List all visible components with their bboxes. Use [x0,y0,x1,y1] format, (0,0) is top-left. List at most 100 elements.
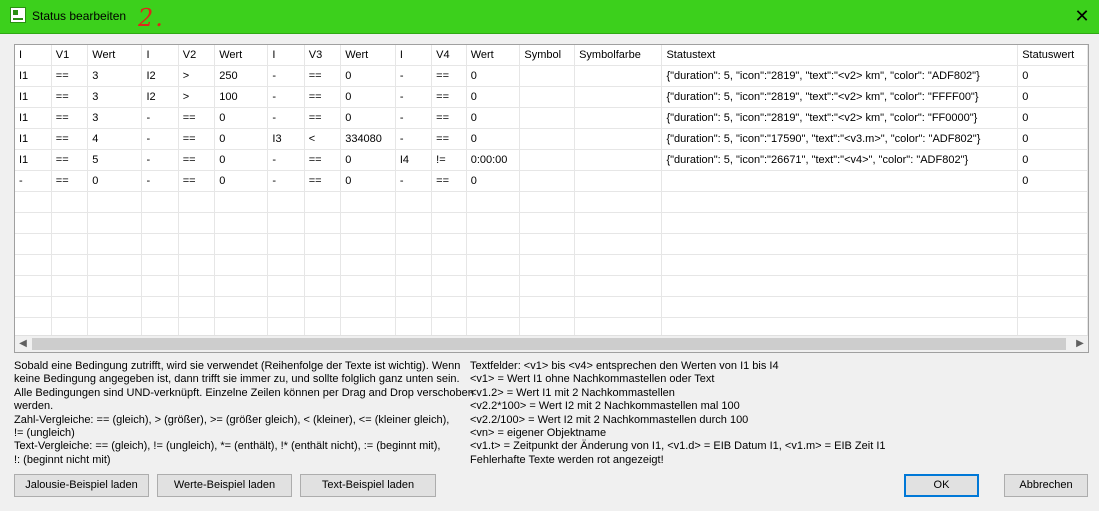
table-cell[interactable]: == [51,170,89,192]
table-cell[interactable]: - [395,107,433,129]
table-cell[interactable]: 4 [87,128,143,150]
table-cell[interactable]: 0 [340,65,396,87]
empty-cell[interactable] [574,191,663,213]
table-cell[interactable]: I1 [15,149,52,171]
empty-cell[interactable] [178,191,216,213]
table-cell[interactable]: 0 [214,149,269,171]
empty-cell[interactable] [395,296,433,318]
table-cell[interactable]: == [431,128,467,150]
table-cell[interactable]: - [141,170,179,192]
empty-cell[interactable] [1017,296,1088,318]
table-cell[interactable] [519,170,576,192]
table-cell[interactable]: - [267,170,305,192]
table-cell[interactable]: 0 [466,65,521,87]
table-cell[interactable]: 100 [214,86,269,108]
table-cell[interactable]: 0 [466,86,521,108]
table-cell[interactable]: 334080 [340,128,396,150]
table-cell[interactable]: I1 [15,65,52,87]
table-cell[interactable]: 0 [1017,65,1088,87]
column-header[interactable]: I [141,45,179,66]
empty-cell[interactable] [466,212,521,234]
empty-cell[interactable] [395,275,433,297]
empty-row[interactable] [15,296,1088,318]
empty-cell[interactable] [267,191,305,213]
column-header[interactable]: V4 [431,45,467,66]
table-cell[interactable]: 3 [87,107,143,129]
table-cell[interactable]: {"duration": 5, "icon":"2819", "text":"<… [661,65,1019,87]
empty-cell[interactable] [51,254,89,276]
empty-cell[interactable] [87,275,143,297]
table-cell[interactable]: 0 [214,170,269,192]
table-cell[interactable]: I1 [15,128,52,150]
scrollbar-thumb[interactable] [32,338,1066,350]
table-cell[interactable]: == [178,149,216,171]
empty-cell[interactable] [304,191,342,213]
empty-cell[interactable] [141,212,179,234]
table-cell[interactable]: - [267,65,305,87]
table-cell[interactable]: 3 [87,65,143,87]
empty-cell[interactable] [214,233,269,255]
empty-cell[interactable] [431,233,467,255]
table-cell[interactable]: I3 [267,128,305,150]
table-cell[interactable]: - [395,65,433,87]
table-cell[interactable]: > [178,65,216,87]
table-cell[interactable]: I1 [15,86,52,108]
load-values-example-button[interactable]: Werte-Beispiel laden [157,474,292,497]
table-cell[interactable]: - [15,170,52,192]
empty-cell[interactable] [178,254,216,276]
table-cell[interactable]: 0 [466,107,521,129]
table-cell[interactable]: == [178,107,216,129]
empty-cell[interactable] [431,191,467,213]
table-cell[interactable]: > [178,86,216,108]
table-cell[interactable]: == [304,65,342,87]
chevron-right-icon[interactable]: ▶ [1072,337,1088,351]
empty-cell[interactable] [214,212,269,234]
table-cell[interactable]: 0 [214,107,269,129]
empty-cell[interactable] [304,296,342,318]
empty-cell[interactable] [519,191,576,213]
table-row[interactable]: I1 == 5- == 0- == 0 I4 != 0:00:00 {"duration": 5, … [15,149,1088,171]
table-cell[interactable]: 0 [1017,170,1088,192]
empty-cell[interactable] [574,296,663,318]
empty-cell[interactable] [267,233,305,255]
table-cell[interactable]: == [304,149,342,171]
empty-cell[interactable] [51,275,89,297]
empty-cell[interactable] [340,254,396,276]
table-cell[interactable]: == [431,65,467,87]
column-header[interactable]: V1 [51,45,89,66]
table-row[interactable]: I1 == 4- == 0 I3 <334080- == 0 {"duration": 5, "i… [15,128,1088,150]
table-cell[interactable]: 0 [1017,86,1088,108]
table-cell[interactable]: 5 [87,149,143,171]
column-header[interactable]: Wert [87,45,143,66]
column-header[interactable]: Symbolfarbe [574,45,663,66]
empty-cell[interactable] [141,191,179,213]
empty-cell[interactable] [267,275,305,297]
empty-cell[interactable] [661,254,1019,276]
empty-cell[interactable] [574,212,663,234]
horizontal-scrollbar[interactable]: ◀ ▶ [15,335,1088,352]
empty-cell[interactable] [519,254,576,276]
empty-cell[interactable] [178,212,216,234]
table-cell[interactable]: 3 [87,86,143,108]
table-cell[interactable]: 0 [1017,128,1088,150]
table-cell[interactable]: == [431,107,467,129]
table-cell[interactable]: 0 [1017,107,1088,129]
empty-cell[interactable] [661,296,1019,318]
empty-cell[interactable] [661,233,1019,255]
empty-cell[interactable] [574,254,663,276]
empty-cell[interactable] [431,275,467,297]
empty-cell[interactable] [340,212,396,234]
empty-row[interactable] [15,191,1088,213]
empty-cell[interactable] [304,233,342,255]
empty-cell[interactable] [304,275,342,297]
table-cell[interactable] [574,128,663,150]
empty-cell[interactable] [466,254,521,276]
empty-cell[interactable] [178,233,216,255]
empty-cell[interactable] [340,296,396,318]
table-cell[interactable]: {"duration": 5, "icon":"26671", "text":"… [661,149,1019,171]
table-cell[interactable]: 0:00:00 [466,149,521,171]
empty-cell[interactable] [304,212,342,234]
table-cell[interactable]: I1 [15,107,52,129]
table-cell[interactable]: - [395,128,433,150]
table-cell[interactable]: - [267,107,305,129]
